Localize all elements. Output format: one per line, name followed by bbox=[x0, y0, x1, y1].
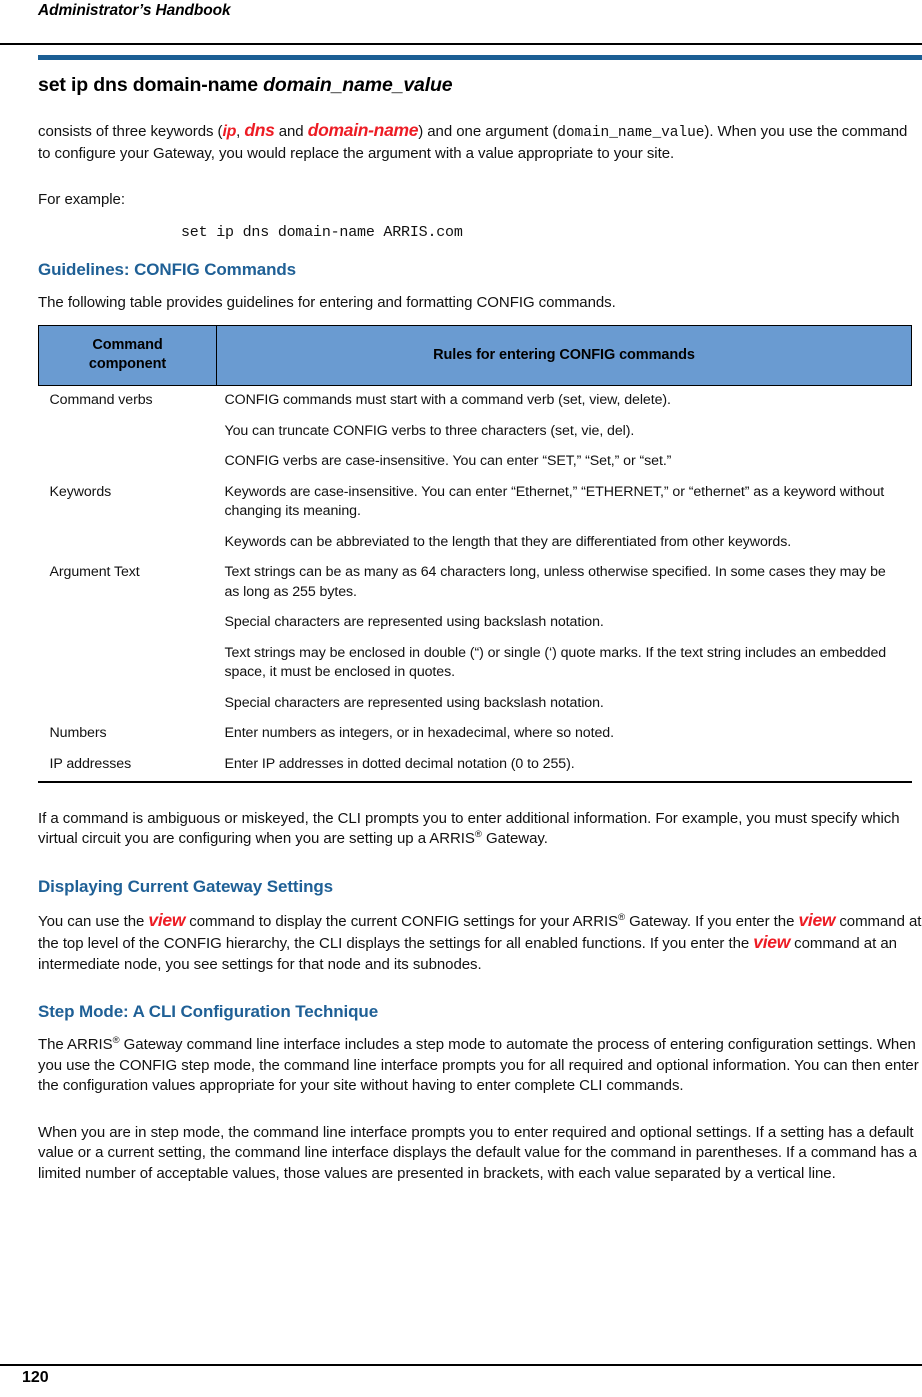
table-head: Command component Rules for entering CONF… bbox=[38, 325, 912, 386]
table-row: Special characters are represented using… bbox=[39, 686, 912, 717]
registered-mark: ® bbox=[112, 1035, 120, 1047]
document-page: Administrator’s Handbook set ip dns doma… bbox=[0, 0, 922, 1397]
section-heading-guidelines: Guidelines: CONFIG Commands bbox=[38, 259, 296, 279]
header-line-2: component bbox=[88, 356, 167, 372]
displaying-text-a: You can use the bbox=[38, 912, 149, 930]
after-table-paragraph: If a command is ambiguous or miskeyed, t… bbox=[38, 809, 922, 850]
cell-rule: Text strings can be as many as 64 charac… bbox=[224, 564, 886, 600]
cell-component: Keywords bbox=[49, 483, 112, 500]
cell-component: Numbers bbox=[49, 725, 107, 741]
guidelines-lead-text: The following table provides guidelines … bbox=[38, 293, 616, 311]
cell-component: Command verbs bbox=[49, 392, 153, 408]
intro-text-a: consists of three keywords ( bbox=[38, 123, 223, 140]
cell-component-empty bbox=[39, 414, 217, 445]
intro-argument-mono: domain_name_value bbox=[557, 125, 705, 141]
after-table-text-b: Gateway. bbox=[481, 830, 548, 848]
header-line-1: Command bbox=[92, 337, 163, 353]
displaying-text-c: Gateway. If you enter the bbox=[625, 912, 799, 930]
cell-component-empty bbox=[39, 605, 217, 636]
cell-rule: Special characters are represented using… bbox=[224, 614, 604, 630]
keyword-view-2: view bbox=[798, 909, 836, 930]
table-row: Keywords Keywords are case-insensitive. … bbox=[39, 475, 912, 525]
command-title-argument: domain_name_value bbox=[263, 74, 453, 96]
table-body: Command verbs CONFIG commands must start… bbox=[39, 386, 912, 778]
column-header-rules: Rules for entering CONFIG commands bbox=[216, 325, 912, 386]
table-row: Argument Text Text strings can be as man… bbox=[39, 555, 912, 605]
running-header-title: Administrator’s Handbook bbox=[38, 2, 231, 19]
table-row: Special characters are represented using… bbox=[39, 605, 912, 636]
cell-component-empty bbox=[39, 636, 217, 686]
intro-text-d: ) and one argument ( bbox=[418, 123, 558, 140]
cell-component-empty bbox=[39, 525, 217, 556]
cell-rule: CONFIG verbs are case-insensitive. You c… bbox=[224, 453, 672, 469]
step-mode-paragraph-2: When you are in step mode, the command l… bbox=[38, 1123, 917, 1182]
guidelines-table: Command component Rules for entering CONF… bbox=[38, 325, 912, 777]
accent-bar bbox=[38, 55, 922, 60]
table-row: Text strings may be enclosed in double (… bbox=[39, 636, 912, 686]
cell-rule: You can truncate CONFIG verbs to three c… bbox=[224, 422, 635, 439]
cell-component: Argument Text bbox=[49, 564, 140, 580]
table-header-row: Command component Rules for entering CONF… bbox=[38, 325, 912, 386]
keyword-ip: ip bbox=[222, 123, 237, 140]
table-row: Numbers Enter numbers as integers, or in… bbox=[39, 716, 912, 747]
cell-rule: Keywords are case-insensitive. You can e… bbox=[224, 483, 885, 520]
step-mode-paragraph-1: The ARRIS® Gateway command line interfac… bbox=[38, 1035, 922, 1097]
footer-rule bbox=[0, 1364, 922, 1366]
cell-rule: Special characters are represented using… bbox=[224, 694, 604, 711]
intro-paragraph: consists of three keywords (ip, dns and … bbox=[38, 120, 922, 164]
displaying-text-b: command to display the current CONFIG se… bbox=[185, 912, 619, 930]
cell-rule: Text strings may be enclosed in double (… bbox=[224, 644, 887, 681]
cell-rule: Enter numbers as integers, or in hexadec… bbox=[224, 725, 615, 741]
registered-mark: ® bbox=[618, 911, 626, 923]
table-row: Keywords can be abbreviated to the lengt… bbox=[39, 525, 912, 556]
keyword-domain-name: domain-name bbox=[307, 120, 419, 140]
cell-component-empty bbox=[39, 444, 217, 475]
cell-component-empty bbox=[39, 686, 217, 717]
table-row: CONFIG verbs are case-insensitive. You c… bbox=[39, 444, 912, 475]
step-mode-text-a: The ARRIS bbox=[38, 1036, 113, 1054]
command-title: set ip dns domain-name domain_name_value bbox=[38, 72, 922, 98]
for-example-label: For example: bbox=[38, 191, 125, 208]
example-code-line: set ip dns domain-name ARRIS.com bbox=[181, 223, 463, 241]
displaying-paragraph: You can use the view command to display … bbox=[38, 910, 922, 976]
intro-text-c: and bbox=[274, 123, 308, 140]
keyword-dns: dns bbox=[244, 120, 275, 140]
cell-component: IP addresses bbox=[49, 755, 132, 772]
page-number: 120 bbox=[22, 1369, 49, 1386]
page-content: set ip dns domain-name domain_name_value… bbox=[38, 72, 922, 1184]
table-row: Command verbs CONFIG commands must start… bbox=[39, 386, 912, 414]
table-row: You can truncate CONFIG verbs to three c… bbox=[39, 414, 912, 445]
keyword-view-1: view bbox=[148, 909, 186, 930]
table-row: IP addresses Enter IP addresses in dotte… bbox=[39, 747, 912, 778]
cell-rule: Keywords can be abbreviated to the lengt… bbox=[224, 533, 792, 550]
cell-rule: Enter IP addresses in dotted decimal not… bbox=[224, 755, 575, 772]
header-rule bbox=[0, 43, 922, 45]
registered-mark: ® bbox=[474, 829, 482, 841]
column-header-command-component: Command component bbox=[38, 325, 217, 386]
command-title-command: set ip dns domain-name bbox=[38, 74, 264, 96]
section-heading-step-mode: Step Mode: A CLI Configuration Technique bbox=[38, 1002, 379, 1022]
after-table-text-a: If a command is ambiguous or miskeyed, t… bbox=[38, 809, 900, 848]
cell-rule: CONFIG commands must start with a comman… bbox=[224, 392, 672, 408]
keyword-view-3: view bbox=[753, 932, 791, 953]
section-heading-displaying: Displaying Current Gateway Settings bbox=[38, 876, 334, 896]
step-mode-text-b: Gateway command line interface includes … bbox=[38, 1036, 919, 1095]
